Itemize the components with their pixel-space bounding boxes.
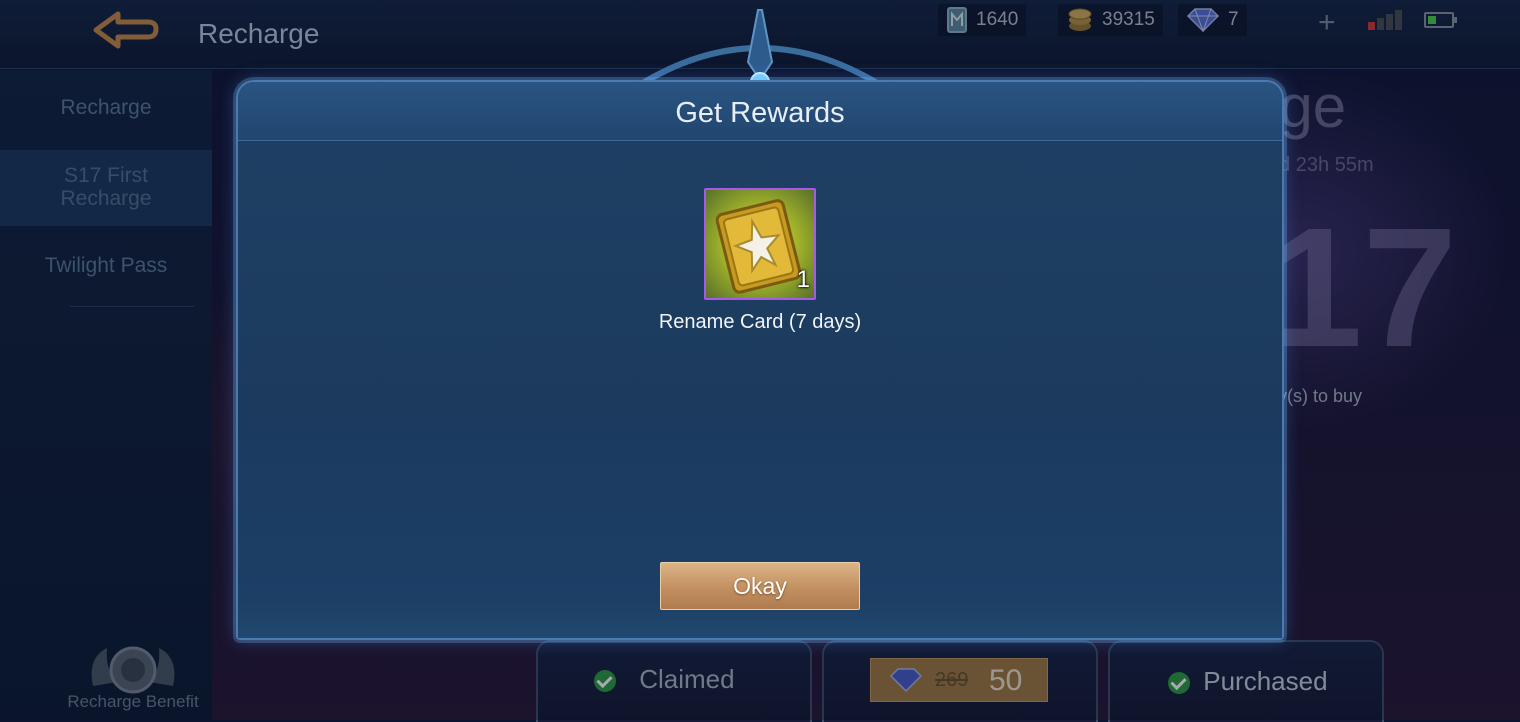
get-rewards-dialog: Get Rewards 1 Rename Card (7 days) Okay — [236, 80, 1284, 640]
okay-button[interactable]: Okay — [660, 562, 860, 610]
reward-name: Rename Card (7 days) — [658, 311, 862, 333]
dialog-title: Get Rewards — [675, 97, 845, 129]
dialog-header: Get Rewards — [238, 82, 1282, 141]
reward-item[interactable]: 1 — [704, 188, 816, 300]
reward-quantity: 1 — [796, 266, 810, 293]
